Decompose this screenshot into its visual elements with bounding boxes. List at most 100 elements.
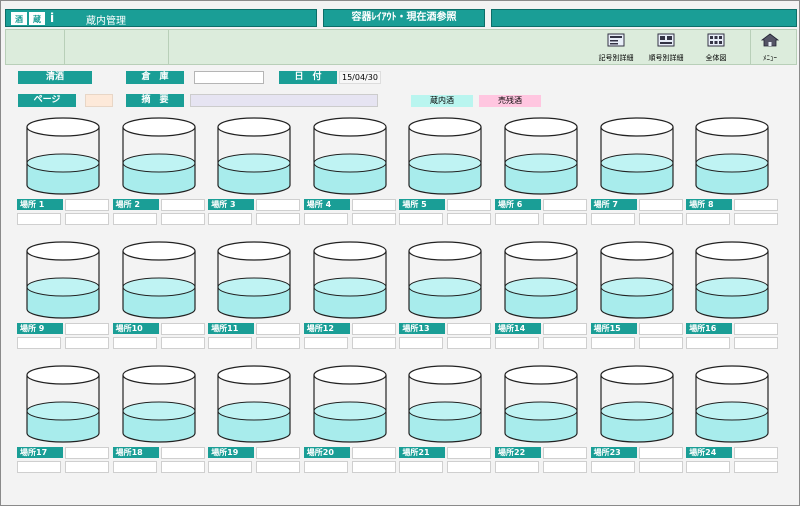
tank-cell[interactable]: 場所22 xyxy=(495,362,587,480)
tank-field-bottom-right[interactable] xyxy=(256,461,301,473)
tank-cell[interactable]: 場所 6 xyxy=(495,114,587,232)
tank-field-top[interactable] xyxy=(734,323,779,335)
tank-field-bottom-right[interactable] xyxy=(543,337,587,349)
tank-field-bottom-right[interactable] xyxy=(256,337,301,349)
tank-field-top[interactable] xyxy=(543,323,587,335)
tank-field-top[interactable] xyxy=(160,323,205,335)
tank-field-bottom-left[interactable] xyxy=(208,337,253,349)
tank-field-bottom-left[interactable] xyxy=(590,337,635,349)
tank-field-bottom-right[interactable] xyxy=(160,213,205,225)
tank-field-bottom-left[interactable] xyxy=(208,461,253,473)
tank-field-top[interactable] xyxy=(447,199,492,211)
tank-field-bottom-right[interactable] xyxy=(447,213,492,225)
tank-field-bottom-left[interactable] xyxy=(112,337,157,349)
tank-field-bottom-left[interactable] xyxy=(590,213,635,225)
tank-field-bottom-right[interactable] xyxy=(638,213,683,225)
tank-field-bottom-right[interactable] xyxy=(65,213,109,225)
tank-field-top[interactable] xyxy=(447,323,492,335)
tank-cell[interactable]: 場所19 xyxy=(208,362,301,480)
tank-field-top[interactable] xyxy=(351,323,396,335)
tank-cell[interactable]: 場所21 xyxy=(399,362,492,480)
tank-field-bottom-left[interactable] xyxy=(17,337,61,349)
tank-field-bottom-left[interactable] xyxy=(399,213,444,225)
tank-field-top[interactable] xyxy=(638,323,683,335)
tank-cell[interactable]: 場所 4 xyxy=(303,114,396,232)
tank-field-bottom-left[interactable] xyxy=(303,213,348,225)
tank-field-top[interactable] xyxy=(638,447,683,459)
tank-field-bottom-right[interactable] xyxy=(65,461,109,473)
tank-field-top[interactable] xyxy=(351,199,396,211)
date-field[interactable]: 15/04/30 xyxy=(339,71,381,84)
tank-cell[interactable]: 場所17 xyxy=(17,362,109,480)
tank-field-top[interactable] xyxy=(543,199,587,211)
tank-cell[interactable]: 場所 7 xyxy=(590,114,683,232)
tank-field-bottom-right[interactable] xyxy=(638,461,683,473)
tank-field-bottom-right[interactable] xyxy=(447,337,492,349)
tank-field-bottom-left[interactable] xyxy=(208,213,253,225)
tank-field-bottom-right[interactable] xyxy=(256,213,301,225)
tank-field-bottom-left[interactable] xyxy=(686,337,731,349)
tank-field-top[interactable] xyxy=(734,199,779,211)
tank-field-bottom-right[interactable] xyxy=(65,337,109,349)
tank-cell[interactable]: 場所24 xyxy=(686,362,779,480)
tank-field-bottom-right[interactable] xyxy=(351,213,396,225)
tank-field-bottom-left[interactable] xyxy=(17,461,61,473)
tank-field-bottom-left[interactable] xyxy=(590,461,635,473)
tank-cell[interactable]: 場所 8 xyxy=(686,114,779,232)
tank-field-top[interactable] xyxy=(638,199,683,211)
tank-field-top[interactable] xyxy=(447,447,492,459)
tank-cell[interactable]: 場所 2 xyxy=(112,114,205,232)
tank-cell[interactable]: 場所10 xyxy=(112,238,205,356)
tank-field-bottom-right[interactable] xyxy=(351,337,396,349)
tank-cell[interactable]: 場所23 xyxy=(590,362,683,480)
tank-field-bottom-left[interactable] xyxy=(686,213,731,225)
tank-cell[interactable]: 場所16 xyxy=(686,238,779,356)
tank-field-top[interactable] xyxy=(160,447,205,459)
tank-field-bottom-left[interactable] xyxy=(399,337,444,349)
tank-field-top[interactable] xyxy=(256,323,301,335)
tank-field-top[interactable] xyxy=(256,447,301,459)
tank-cell[interactable]: 場所15 xyxy=(590,238,683,356)
tank-field-bottom-left[interactable] xyxy=(112,213,157,225)
tank-field-bottom-left[interactable] xyxy=(17,213,61,225)
tank-cell[interactable]: 場所11 xyxy=(208,238,301,356)
tank-field-top[interactable] xyxy=(734,447,779,459)
tank-field-bottom-right[interactable] xyxy=(160,337,205,349)
tank-field-bottom-left[interactable] xyxy=(399,461,444,473)
tank-field-top[interactable] xyxy=(65,447,109,459)
page-field[interactable] xyxy=(85,94,113,107)
tank-cell[interactable]: 場所18 xyxy=(112,362,205,480)
tank-field-bottom-right[interactable] xyxy=(543,461,587,473)
tank-field-bottom-right[interactable] xyxy=(447,461,492,473)
tank-field-top[interactable] xyxy=(160,199,205,211)
menu-button[interactable]: ﾒﾆｭｰ xyxy=(746,33,794,63)
tank-field-top[interactable] xyxy=(543,447,587,459)
tank-cell[interactable]: 場所12 xyxy=(303,238,396,356)
tank-field-bottom-left[interactable] xyxy=(303,461,348,473)
remarks-field[interactable] xyxy=(190,94,378,107)
tank-field-top[interactable] xyxy=(256,199,301,211)
tank-cell[interactable]: 場所13 xyxy=(399,238,492,356)
tank-cell[interactable]: 場所 5 xyxy=(399,114,492,232)
tank-field-bottom-left[interactable] xyxy=(495,213,539,225)
warehouse-field[interactable] xyxy=(194,71,264,84)
tank-field-bottom-right[interactable] xyxy=(734,461,779,473)
tank-field-bottom-left[interactable] xyxy=(495,461,539,473)
tank-field-top[interactable] xyxy=(65,323,109,335)
tank-field-bottom-right[interactable] xyxy=(543,213,587,225)
tank-field-bottom-right[interactable] xyxy=(160,461,205,473)
symbol-detail-button[interactable]: 記号別詳細 xyxy=(592,33,640,63)
tank-field-bottom-right[interactable] xyxy=(638,337,683,349)
tank-field-bottom-left[interactable] xyxy=(686,461,731,473)
tank-cell[interactable]: 場所14 xyxy=(495,238,587,356)
tank-field-bottom-left[interactable] xyxy=(303,337,348,349)
order-detail-button[interactable]: 順号別詳細 xyxy=(642,33,690,63)
tank-cell[interactable]: 場所 1 xyxy=(17,114,109,232)
tank-field-bottom-right[interactable] xyxy=(734,213,779,225)
tank-field-bottom-left[interactable] xyxy=(112,461,157,473)
tank-field-bottom-right[interactable] xyxy=(734,337,779,349)
tank-field-bottom-left[interactable] xyxy=(495,337,539,349)
tank-field-bottom-right[interactable] xyxy=(351,461,396,473)
tank-field-top[interactable] xyxy=(351,447,396,459)
tank-field-top[interactable] xyxy=(65,199,109,211)
